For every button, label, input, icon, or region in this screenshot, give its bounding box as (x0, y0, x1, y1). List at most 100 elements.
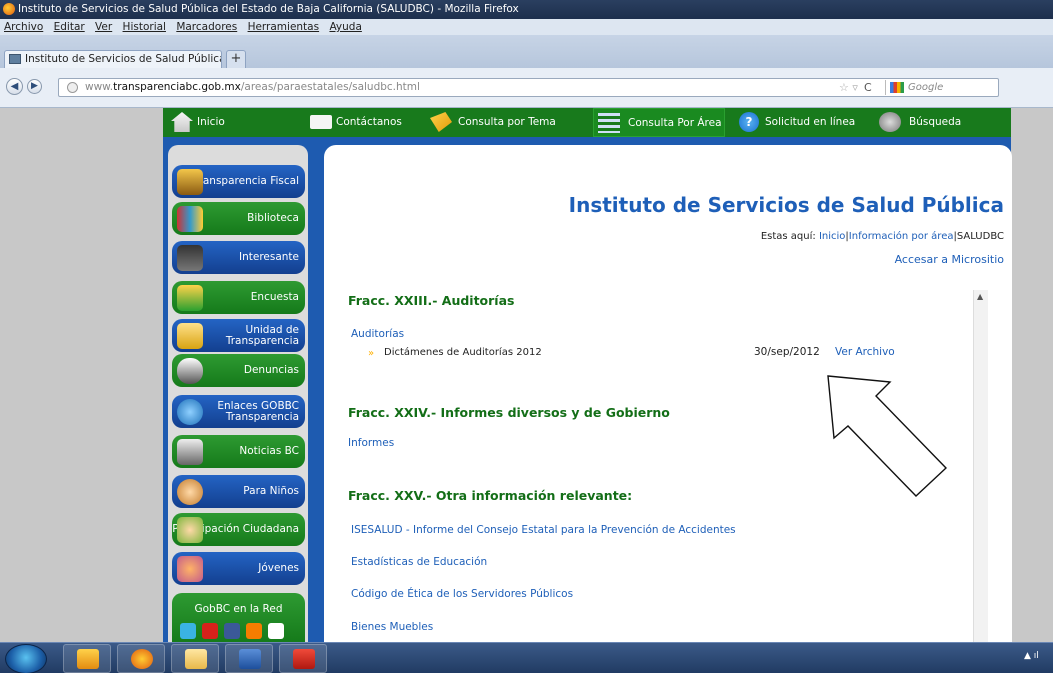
link-isesalud[interactable]: ISESALUD - Informe del Consejo Estatal p… (351, 524, 736, 536)
breadcrumb-inicio[interactable]: Inicio (819, 231, 845, 242)
survey-icon (177, 285, 203, 311)
sidebar-item-participacion[interactable]: Participación Ciudadana (172, 513, 305, 546)
breadcrumb-area[interactable]: Información por área (849, 231, 954, 242)
link-bienes-muebles[interactable]: Bienes Muebles (351, 621, 433, 633)
menu-archivo[interactable]: Archivo (4, 21, 43, 33)
section-fracc-xxv: Fracc. XXV.- Otra información relevante: (348, 488, 633, 503)
nav-solicitud[interactable]: ? Solicitud en línea (737, 108, 855, 137)
bullet-icon: » (368, 348, 375, 359)
bookmark-star-icon[interactable]: ☆ ▿ (839, 79, 858, 96)
menu-historial[interactable]: Historial (123, 21, 166, 33)
menu-herramientas[interactable]: Herramientas (248, 21, 320, 33)
reload-icon[interactable]: C (864, 79, 872, 96)
sidebar-item-transparencia-fiscal[interactable]: Transparencia Fiscal (172, 165, 305, 198)
people-icon (177, 517, 203, 543)
kids-icon (177, 479, 203, 505)
link-codigo-etica[interactable]: Código de Ética de los Servidores Públic… (351, 588, 573, 600)
tab-bar: Instituto de Servicios de Salud Pública … (0, 35, 1053, 68)
sidebar-item-denuncias[interactable]: Denuncias (172, 354, 305, 387)
globe-icon (177, 399, 203, 425)
site-identity-icon (67, 82, 78, 93)
pencil-icon (430, 112, 452, 132)
url-domain: transparenciabc.gob.mx (113, 81, 241, 93)
binoculars-icon (879, 112, 901, 132)
sidebar-item-unidad-transparencia[interactable]: Unidad de Transparencia (172, 319, 305, 352)
annotation-arrow-icon (827, 375, 947, 497)
page-title: Instituto de Servicios de Salud Pública (568, 193, 1004, 217)
dictamenes-item: Dictámenes de Auditorías 2012 (384, 347, 542, 358)
url-path: /areas/paraestatales/saludbc.html (240, 81, 420, 93)
breadcrumb-current: SALUDBC (956, 231, 1004, 242)
link-auditorias[interactable]: Auditorías (351, 328, 404, 340)
content-scrollbar[interactable]: ▲ (973, 290, 988, 642)
table-icon (598, 113, 620, 133)
page-favicon-icon (9, 54, 21, 64)
menu-editar[interactable]: Editar (54, 21, 85, 33)
envelope-icon (310, 115, 332, 129)
twitter-icon[interactable] (180, 623, 196, 639)
window-title: Instituto de Servicios de Salud Pública … (18, 3, 519, 15)
menu-bar: Archivo Editar Ver Historial Marcadores … (0, 19, 1053, 35)
gobbc-en-la-red: GobBC en la Red (172, 593, 305, 643)
flickr-icon[interactable] (268, 623, 284, 639)
breadcrumb: Estas aquí: Inicio|Información por área|… (760, 231, 1004, 242)
browser-tab[interactable]: Instituto de Servicios de Salud Pública … (4, 50, 222, 68)
outlook-icon[interactable] (63, 644, 111, 673)
tab-label: Instituto de Servicios de Salud Pública … (25, 53, 222, 65)
firefox-icon (3, 3, 15, 15)
word-icon[interactable] (225, 644, 273, 673)
menu-marcadores[interactable]: Marcadores (176, 21, 237, 33)
address-bar[interactable]: www.transparenciabc.gob.mx/areas/paraest… (58, 78, 999, 97)
facebook-icon[interactable] (224, 623, 240, 639)
person-icon (177, 245, 203, 271)
sidebar-item-jovenes[interactable]: Jóvenes (172, 552, 305, 585)
microphone-icon (177, 439, 203, 465)
top-navigation: Inicio Contáctanos Consulta por Tema Con… (163, 108, 1011, 137)
search-placeholder: Google (908, 82, 944, 93)
scroll-up-icon[interactable]: ▲ (977, 292, 983, 301)
sidebar-item-para-ninos[interactable]: Para Niños (172, 475, 305, 508)
explorer-icon[interactable] (171, 644, 219, 673)
help-icon: ? (739, 112, 759, 132)
acrobat-icon[interactable] (279, 644, 327, 673)
nav-contactanos[interactable]: Contáctanos (308, 108, 402, 137)
sidebar-item-biblioteca[interactable]: Biblioteca (172, 202, 305, 235)
home-icon (171, 112, 193, 132)
sidebar-item-interesante[interactable]: Interesante (172, 241, 305, 274)
section-fracc-xxiv: Fracc. XXIV.- Informes diversos y de Gob… (348, 405, 670, 420)
sidebar-item-enlaces-gobbc[interactable]: Enlaces GOBBC Transparencia (172, 395, 305, 428)
section-fracc-xxiii: Fracc. XXIII.- Auditorías (348, 293, 515, 308)
money-icon (177, 169, 203, 195)
link-estadisticas[interactable]: Estadísticas de Educación (351, 556, 487, 568)
menu-ayuda[interactable]: Ayuda (329, 21, 361, 33)
url-prefix: www. (85, 81, 114, 93)
search-box[interactable]: Google (885, 80, 1000, 95)
lock-icon (177, 323, 203, 349)
window-title-bar: Instituto de Servicios de Salud Pública … (0, 0, 1053, 19)
ver-archivo-link[interactable]: Ver Archivo (835, 346, 895, 358)
blogger-icon[interactable] (246, 623, 262, 639)
sidebar: Transparencia Fiscal Biblioteca Interesa… (168, 145, 308, 643)
new-tab-button[interactable]: + (226, 50, 246, 68)
nav-consulta-tema[interactable]: Consulta por Tema (428, 108, 556, 137)
windows-taskbar: ▲ ıl (0, 642, 1053, 673)
start-button-icon[interactable] (5, 644, 47, 673)
sidebar-item-noticias-bc[interactable]: Noticias BC (172, 435, 305, 468)
menu-ver[interactable]: Ver (95, 21, 112, 33)
forward-arrow-icon[interactable]: ▶ (27, 79, 42, 94)
nav-consulta-area[interactable]: Consulta Por Área (593, 108, 725, 137)
youth-icon (177, 556, 203, 582)
sidebar-item-encuesta[interactable]: Encuesta (172, 281, 305, 314)
nav-busqueda[interactable]: Búsqueda (877, 108, 961, 137)
link-informes[interactable]: Informes (348, 437, 394, 449)
police-car-icon (177, 358, 203, 384)
nav-inicio[interactable]: Inicio (169, 108, 225, 137)
back-arrow-icon[interactable]: ◀ (6, 78, 23, 95)
firefox-taskbar-icon[interactable] (117, 644, 165, 673)
books-icon (177, 206, 203, 232)
gobbc-label: GobBC en la Red (194, 603, 283, 615)
microsite-link[interactable]: Accesar a Micrositio (324, 253, 1004, 266)
system-tray-icon[interactable]: ▲ ıl (1024, 651, 1039, 661)
navigation-toolbar: ◀ ▶ www.transparenciabc.gob.mx/areas/par… (0, 68, 1053, 108)
youtube-icon[interactable] (202, 623, 218, 639)
